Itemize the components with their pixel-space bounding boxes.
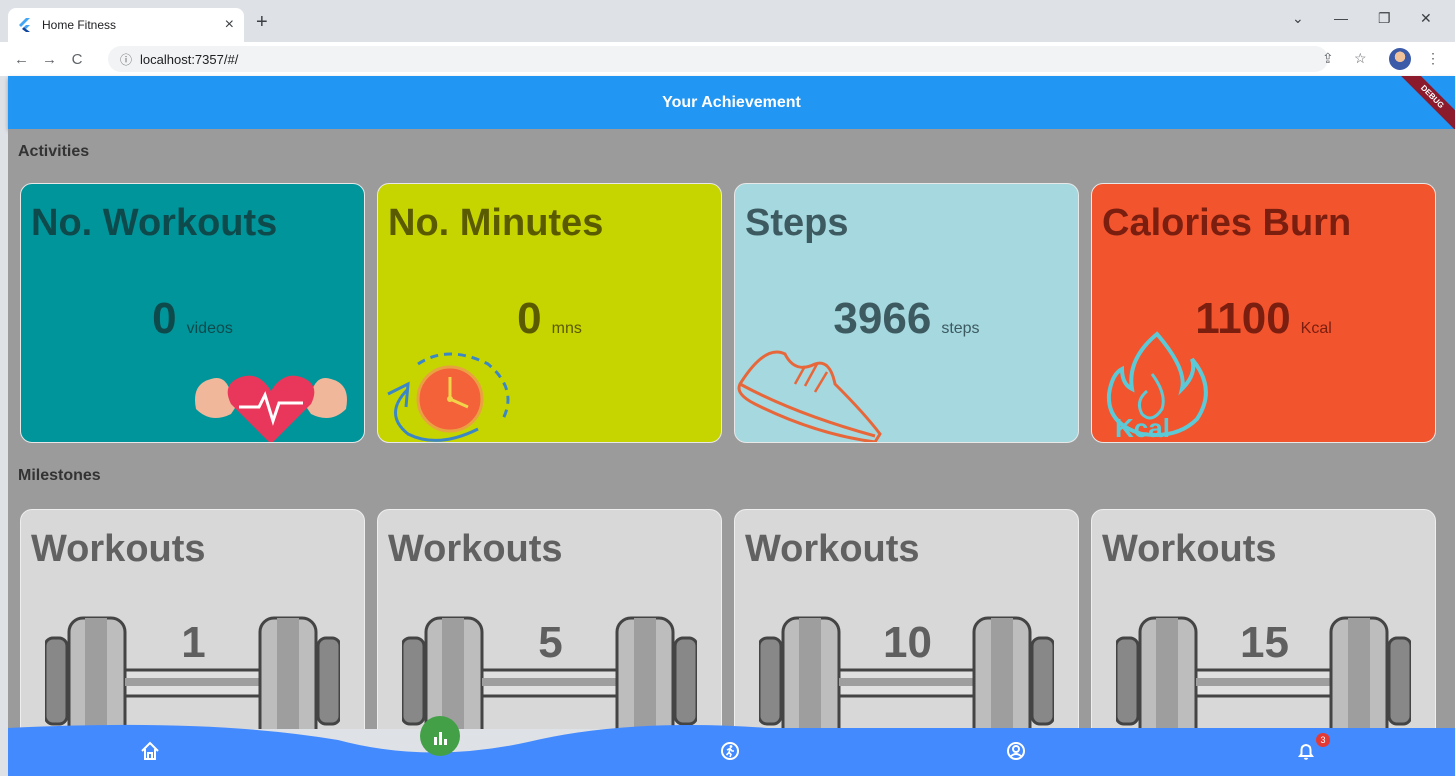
card-value: 3966 xyxy=(833,294,932,343)
activity-card-minutes[interactable]: No. Minutes 0 mns xyxy=(377,183,722,443)
card-unit: mns xyxy=(551,320,582,337)
card-value: 0 xyxy=(517,294,542,343)
new-tab-icon[interactable]: + xyxy=(256,11,268,34)
card-title: Steps xyxy=(745,202,849,244)
tab-close-icon[interactable]: × xyxy=(225,16,234,34)
app-bar: Your Achievement DEBUG xyxy=(8,76,1455,129)
activity-card-workouts[interactable]: No. Workouts 0 videos xyxy=(20,183,365,443)
achievement-content: Activities No. Workouts 0 videos No. Min… xyxy=(8,129,1455,729)
sneaker-icon xyxy=(737,350,882,442)
share-icon[interactable]: ⇪ xyxy=(1322,50,1334,67)
activity-card-steps[interactable]: Steps 3966 steps xyxy=(734,183,1079,443)
running-icon[interactable] xyxy=(720,741,740,761)
browser-tab[interactable]: Home Fitness × xyxy=(8,8,244,42)
tab-search-icon[interactable]: ⌄ xyxy=(1292,10,1304,27)
home-icon[interactable] xyxy=(140,741,160,761)
reload-icon[interactable]: C xyxy=(70,51,84,68)
url-text: localhost:7357/#/ xyxy=(140,51,239,67)
profile-avatar[interactable] xyxy=(1389,48,1411,70)
notification-badge: 3 xyxy=(1316,733,1330,747)
back-icon[interactable]: ← xyxy=(14,51,29,68)
profile-icon[interactable] xyxy=(1006,741,1026,761)
milestone-title: Workouts xyxy=(1102,528,1277,570)
site-info-icon[interactable]: ⓘ xyxy=(120,51,132,68)
milestone-title: Workouts xyxy=(745,528,920,570)
milestone-title: Workouts xyxy=(388,528,563,570)
milestone-card-10[interactable]: Workouts 10 xyxy=(734,509,1079,729)
restore-icon[interactable]: ❐ xyxy=(1378,10,1391,27)
milestone-card-5[interactable]: Workouts 5 xyxy=(377,509,722,729)
page-title: Your Achievement xyxy=(662,93,801,111)
milestone-card-15[interactable]: Workouts 15 xyxy=(1091,509,1436,729)
milestone-count: 10 xyxy=(883,618,932,667)
flutter-logo-icon xyxy=(19,18,30,32)
milestone-count: 1 xyxy=(181,618,206,667)
browser-tabbar: Home Fitness × + ⌄ — ❐ ✕ xyxy=(0,0,1455,42)
card-unit: videos xyxy=(186,320,233,337)
bottom-nav-bar: 3 xyxy=(8,716,1455,776)
card-unit: Kcal xyxy=(1300,320,1332,337)
milestone-card-1[interactable]: Workouts 1 xyxy=(20,509,365,729)
stats-icon[interactable] xyxy=(420,716,460,756)
card-title: No. Workouts xyxy=(31,202,278,244)
debug-banner: DEBUG xyxy=(1395,76,1455,129)
section-title-milestones: Milestones xyxy=(18,467,101,484)
milestone-count: 15 xyxy=(1240,618,1289,667)
flame-kcal-icon: Kcal xyxy=(1106,331,1208,443)
card-title: No. Minutes xyxy=(388,202,604,244)
milestone-count: 5 xyxy=(538,618,563,667)
activity-card-calories[interactable]: Calories Burn 1100 Kcal Kcal xyxy=(1091,183,1436,443)
muscle-heart-icon xyxy=(195,375,347,442)
card-title: Calories Burn xyxy=(1102,202,1352,244)
section-title-activities: Activities xyxy=(18,143,90,160)
clock-timer-icon xyxy=(387,352,510,442)
browser-toolbar: ← → C ⓘ localhost:7357/#/ ⇪ ☆ ⋮ xyxy=(0,42,1455,76)
bookmark-star-icon[interactable]: ☆ xyxy=(1354,50,1367,67)
bell-icon[interactable] xyxy=(1296,741,1316,761)
card-value: 0 xyxy=(152,294,177,343)
kcal-icon-label: Kcal xyxy=(1115,413,1170,443)
tab-title: Home Fitness xyxy=(42,18,117,32)
close-window-icon[interactable]: ✕ xyxy=(1420,10,1432,27)
address-bar[interactable]: ⓘ localhost:7357/#/ xyxy=(108,46,1328,72)
card-unit: steps xyxy=(941,320,980,337)
milestone-title: Workouts xyxy=(31,528,206,570)
browser-menu-icon[interactable]: ⋮ xyxy=(1426,50,1440,67)
forward-icon[interactable]: → xyxy=(42,51,57,68)
minimize-icon[interactable]: — xyxy=(1334,10,1348,26)
